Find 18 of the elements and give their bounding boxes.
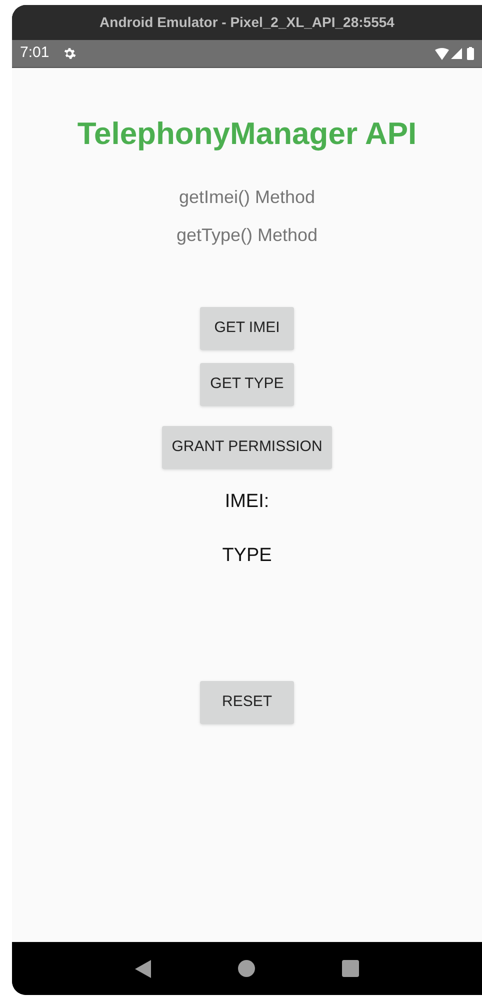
action-button[interactable]: GET TYPE xyxy=(200,362,294,406)
signal-icon xyxy=(451,48,462,59)
home-icon[interactable] xyxy=(238,960,255,977)
wifi-icon xyxy=(435,48,449,60)
settings-icon xyxy=(63,47,76,60)
grant-permission-button[interactable]: GRANT PERMISSION xyxy=(162,426,332,468)
status-time: 7:01 xyxy=(20,43,50,64)
recents-icon[interactable] xyxy=(342,960,359,977)
method-label: getType() Method xyxy=(176,224,318,247)
app-title: TelephonyManager API xyxy=(77,115,417,153)
window-title: Android Emulator - Pixel_2_XL_API_28:5554 xyxy=(100,13,394,32)
battery-icon xyxy=(467,47,474,60)
method-label: getImei() Method xyxy=(178,186,316,209)
result-label: IMEI: xyxy=(224,490,270,514)
reset-button[interactable]: RESET xyxy=(200,680,294,724)
action-button[interactable]: GET IMEI xyxy=(200,306,294,350)
back-icon[interactable] xyxy=(135,960,152,978)
result-label: TYPE xyxy=(222,544,272,568)
